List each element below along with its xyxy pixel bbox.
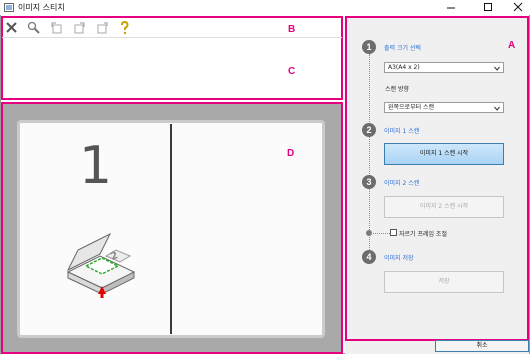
- maximize-icon[interactable]: [477, 1, 499, 14]
- rotate-right-icon[interactable]: [72, 20, 87, 35]
- chevron-down-icon: [494, 105, 500, 114]
- step-1-title: 출력 크기 선택: [384, 45, 421, 52]
- flip-icon[interactable]: [95, 20, 110, 35]
- step-4-title: 이미지 저장: [384, 255, 414, 262]
- scan-image-1-button[interactable]: 이미지 1 스캔 시작: [384, 143, 504, 165]
- step-4-number: 4: [362, 250, 376, 264]
- window-title: 이미지 스티치: [18, 3, 65, 12]
- delete-icon[interactable]: [4, 20, 19, 35]
- preview-left-number: 1: [79, 136, 113, 196]
- region-label-c: C: [288, 66, 296, 77]
- app-icon: [4, 3, 14, 12]
- region-label-a: A: [508, 40, 516, 51]
- scan-image-2-button[interactable]: 이미지 2 스캔 시작: [384, 196, 504, 218]
- step-2-number: 2: [362, 123, 376, 137]
- step-1-number: 1: [362, 40, 376, 54]
- zoom-icon[interactable]: [26, 20, 41, 35]
- scan-direction-select[interactable]: 왼쪽으로부터 스캔: [384, 102, 504, 113]
- region-label-b: B: [288, 24, 296, 35]
- toolbar-separator: [2, 37, 342, 38]
- title-bar: 이미지 스티치: [0, 0, 532, 15]
- preview-divider: [170, 124, 172, 334]
- cancel-button[interactable]: 취소: [435, 340, 529, 352]
- minimize-icon[interactable]: [440, 1, 462, 14]
- rotate-left-icon[interactable]: [49, 20, 64, 35]
- crop-frame-label: 자르기 프레임 조절: [399, 231, 447, 238]
- step-2-title: 이미지 1 스캔: [384, 128, 420, 135]
- crop-frame-checkbox[interactable]: [390, 229, 397, 236]
- step-3-title: 이미지 2 스캔: [384, 180, 420, 187]
- chevron-down-icon: [494, 65, 500, 74]
- close-icon[interactable]: [507, 1, 529, 14]
- save-button[interactable]: 저장: [384, 271, 504, 293]
- step-3-number: 3: [362, 175, 376, 189]
- help-icon[interactable]: [117, 20, 132, 35]
- crop-connector: [370, 233, 390, 234]
- region-label-d: D: [287, 148, 295, 159]
- scan-direction-value: 왼쪽으로부터 스캔: [388, 104, 435, 111]
- scanner-illustration-icon: 2: [60, 230, 138, 300]
- output-size-value: A3(A4 x 2): [388, 64, 420, 71]
- scan-direction-label: 스캔 방향: [385, 86, 409, 93]
- output-size-select[interactable]: A3(A4 x 2): [384, 62, 504, 73]
